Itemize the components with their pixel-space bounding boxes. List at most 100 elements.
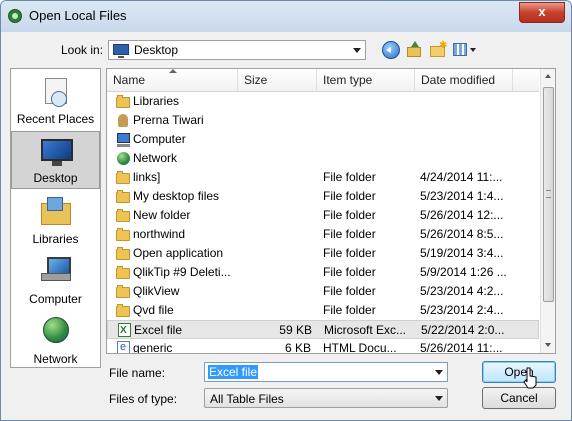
file-name-input[interactable]: Excel file <box>204 362 448 382</box>
computer-icon <box>116 132 131 147</box>
file-row[interactable]: Computer <box>107 130 539 149</box>
window-title: Open Local Files <box>29 8 127 23</box>
file-row[interactable]: QlikTip #9 Deleti... File folder 5/9/2014 … <box>107 263 539 282</box>
place-label: Recent Places <box>16 112 95 126</box>
libraries-icon <box>39 195 73 227</box>
file-size-cell: 6 KB <box>284 341 311 354</box>
recent-places-icon <box>39 75 73 107</box>
file-date-cell: 5/19/2014 3:4... <box>420 246 504 260</box>
scroll-up-arrow-icon[interactable] <box>541 69 555 84</box>
file-name-cell: Qvd file <box>133 303 174 317</box>
qlikview-app-icon <box>8 9 22 23</box>
file-row[interactable]: Libraries <box>107 92 539 111</box>
sort-ascending-icon <box>169 69 177 73</box>
folder-icon <box>116 227 131 241</box>
file-date-cell: 5/22/2014 2:0... <box>421 323 505 337</box>
file-type-cell: Microsoft Exc... <box>324 323 407 337</box>
look-in-value: Desktop <box>134 43 179 57</box>
network-icon <box>39 315 73 347</box>
place-label: Network <box>33 352 78 366</box>
column-header-name[interactable]: Name <box>107 69 238 91</box>
file-name-cell: Excel file <box>134 323 183 337</box>
file-type-cell: File folder <box>323 208 376 222</box>
look-in-dropdown[interactable]: Desktop <box>108 40 366 60</box>
file-name-cell: Prerna Tiwari <box>133 113 204 127</box>
file-row[interactable]: My desktop files File folder 5/23/2014 1:4… <box>107 187 539 206</box>
file-name-label: File name: <box>109 366 166 380</box>
cancel-button[interactable]: Cancel <box>482 387 556 409</box>
folder-icon <box>116 246 131 260</box>
file-type-cell: File folder <box>323 189 376 203</box>
close-icon: x <box>538 4 546 19</box>
new-folder-icon[interactable]: ✱ <box>429 41 447 59</box>
look-in-label: Look in: <box>61 43 104 57</box>
file-name-cell: northwind <box>133 227 186 241</box>
file-row[interactable]: Prerna Tiwari <box>107 111 539 130</box>
open-local-files-dialog: Open Local Files x Look in: Desktop ✱ Re… <box>0 0 572 421</box>
file-row[interactable]: generic 6 KB HTML Docu... 5/26/2014 11:... <box>107 338 539 354</box>
file-date-cell: 5/9/2014 1:26 ... <box>420 265 507 279</box>
place-network[interactable]: Network <box>11 311 100 369</box>
file-type-cell: File folder <box>323 303 376 317</box>
file-row[interactable]: QlikView File folder 5/23/2014 4:2... <box>107 282 539 301</box>
file-name-cell: generic <box>133 341 173 354</box>
desktop-icon <box>113 44 129 58</box>
up-folder-icon[interactable] <box>406 41 424 59</box>
chevron-down-icon[interactable] <box>435 370 443 375</box>
file-date-cell: 5/26/2014 12:... <box>420 208 504 222</box>
place-recent-places[interactable]: Recent Places <box>11 71 100 129</box>
file-type-cell: File folder <box>323 284 376 298</box>
file-type-cell: File folder <box>323 246 376 260</box>
file-type-cell: File folder <box>323 170 376 184</box>
file-name-cell: Network <box>133 151 178 165</box>
network-icon <box>116 151 131 165</box>
file-rows: Libraries Prerna Tiwari Computer Network lin… <box>107 92 539 354</box>
file-name-cell: Libraries <box>133 94 180 108</box>
views-menu-icon[interactable] <box>452 41 478 59</box>
library-folder-icon <box>116 94 131 108</box>
place-desktop[interactable]: Desktop <box>11 131 100 189</box>
title-bar[interactable]: Open Local Files x <box>1 1 571 32</box>
column-header-row: Name Size Item type Date modified <box>107 69 539 92</box>
file-date-cell: 5/26/2014 8:5... <box>420 227 504 241</box>
file-row[interactable]: Excel file 59 KB Microsoft Exc... 5/22/2014… <box>107 320 539 340</box>
file-date-cell: 4/24/2014 11:... <box>420 170 503 184</box>
file-row[interactable]: links] File folder 4/24/2014 11:... <box>107 168 539 187</box>
column-header-date[interactable]: Date modified <box>415 69 513 91</box>
file-type-label: Files of type: <box>109 392 178 406</box>
folder-icon <box>116 189 131 203</box>
place-label: Computer <box>29 292 82 306</box>
place-libraries[interactable]: Libraries <box>11 191 100 249</box>
scroll-down-arrow-icon[interactable] <box>541 338 555 353</box>
place-label: Desktop <box>33 171 78 185</box>
file-row[interactable]: Qvd file File folder 5/23/2014 2:4... <box>107 301 539 320</box>
file-row[interactable]: Network <box>107 149 539 168</box>
close-button[interactable]: x <box>519 2 565 23</box>
computer-icon <box>39 255 73 287</box>
file-name-cell: QlikTip #9 Deleti... <box>133 265 231 279</box>
file-row[interactable]: New folder File folder 5/26/2014 12:... <box>107 206 539 225</box>
file-row[interactable]: northwind File folder 5/26/2014 8:5... <box>107 225 539 244</box>
file-row[interactable]: Open application File folder 5/19/2014 3:4… <box>107 244 539 263</box>
column-header-size[interactable]: Size <box>238 69 317 91</box>
column-header-type[interactable]: Item type <box>317 69 415 91</box>
file-name-cell: QlikView <box>133 284 180 298</box>
excel-file-icon <box>117 321 132 340</box>
file-type-dropdown[interactable]: All Table Files <box>204 388 448 408</box>
place-label: Libraries <box>32 232 79 246</box>
file-list[interactable]: Name Size Item type Date modified Librar… <box>106 68 556 354</box>
file-size-cell: 59 KB <box>279 323 312 337</box>
file-name-cell: New folder <box>133 208 191 222</box>
scroll-thumb[interactable] <box>543 87 554 302</box>
folder-icon <box>116 170 131 184</box>
desktop-icon <box>40 136 74 168</box>
html-file-icon <box>116 338 131 353</box>
user-folder-icon <box>116 113 131 127</box>
open-button[interactable]: Open <box>482 361 556 383</box>
chevron-down-icon <box>353 48 361 53</box>
back-icon[interactable] <box>382 41 400 59</box>
mouse-cursor-icon <box>523 367 537 389</box>
vertical-scrollbar[interactable] <box>540 69 555 353</box>
file-type-cell: File folder <box>323 265 376 279</box>
place-computer[interactable]: Computer <box>11 251 100 309</box>
